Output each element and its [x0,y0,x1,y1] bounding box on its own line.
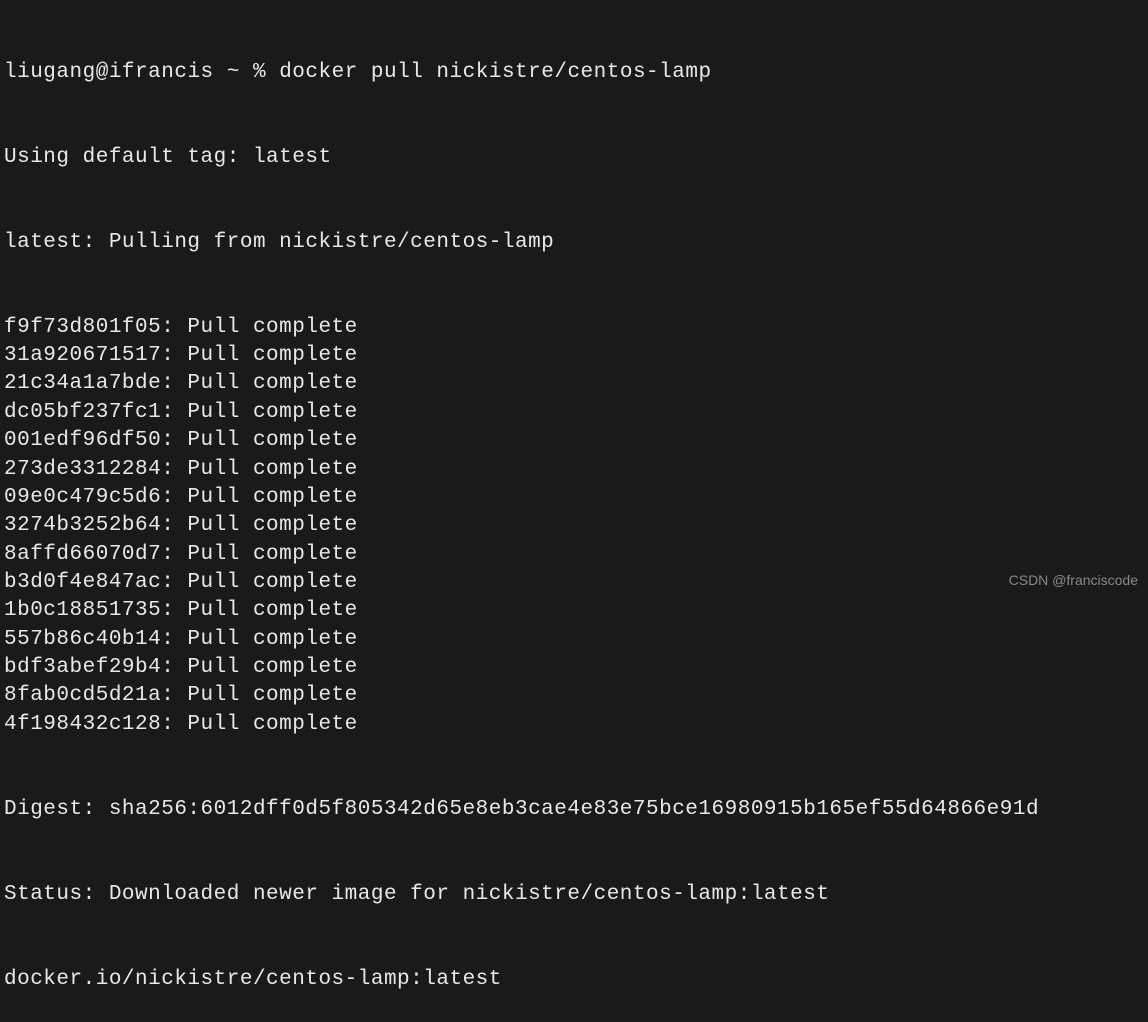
tag-line: Using default tag: latest [4,144,1144,172]
layer-line: b3d0f4e847ac: Pull complete [4,569,1144,597]
digest-line: Digest: sha256:6012dff0d5f805342d65e8eb3… [4,796,1144,824]
layer-line: f9f73d801f05: Pull complete [4,314,1144,342]
layer-line: 21c34a1a7bde: Pull complete [4,370,1144,398]
prompt-host: ifrancis [109,61,214,84]
layer-line: 1b0c18851735: Pull complete [4,597,1144,625]
layer-line: 557b86c40b14: Pull complete [4,626,1144,654]
watermark: CSDN @franciscode [1009,571,1138,590]
prompt-command: docker pull nickistre/centos-lamp [279,61,711,84]
layer-line: 09e0c479c5d6: Pull complete [4,484,1144,512]
layer-line: 001edf96df50: Pull complete [4,427,1144,455]
layer-line: 4f198432c128: Pull complete [4,711,1144,739]
pulling-line: latest: Pulling from nickistre/centos-la… [4,229,1144,257]
prompt-line: liugang@ifrancis ~ % docker pull nickist… [4,59,1144,87]
layer-lines: f9f73d801f05: Pull complete31a920671517:… [4,314,1144,739]
terminal-output[interactable]: liugang@ifrancis ~ % docker pull nickist… [4,2,1144,1022]
layer-line: 31a920671517: Pull complete [4,342,1144,370]
layer-line: dc05bf237fc1: Pull complete [4,399,1144,427]
layer-line: 273de3312284: Pull complete [4,456,1144,484]
prompt-symbol: % [253,61,266,84]
status-line: Status: Downloaded newer image for nicki… [4,881,1144,909]
image-ref-line: docker.io/nickistre/centos-lamp:latest [4,966,1144,994]
layer-line: 8affd66070d7: Pull complete [4,541,1144,569]
layer-line: 8fab0cd5d21a: Pull complete [4,682,1144,710]
layer-line: bdf3abef29b4: Pull complete [4,654,1144,682]
prompt-user: liugang [4,61,96,84]
prompt-path: ~ [227,61,240,84]
layer-line: 3274b3252b64: Pull complete [4,512,1144,540]
